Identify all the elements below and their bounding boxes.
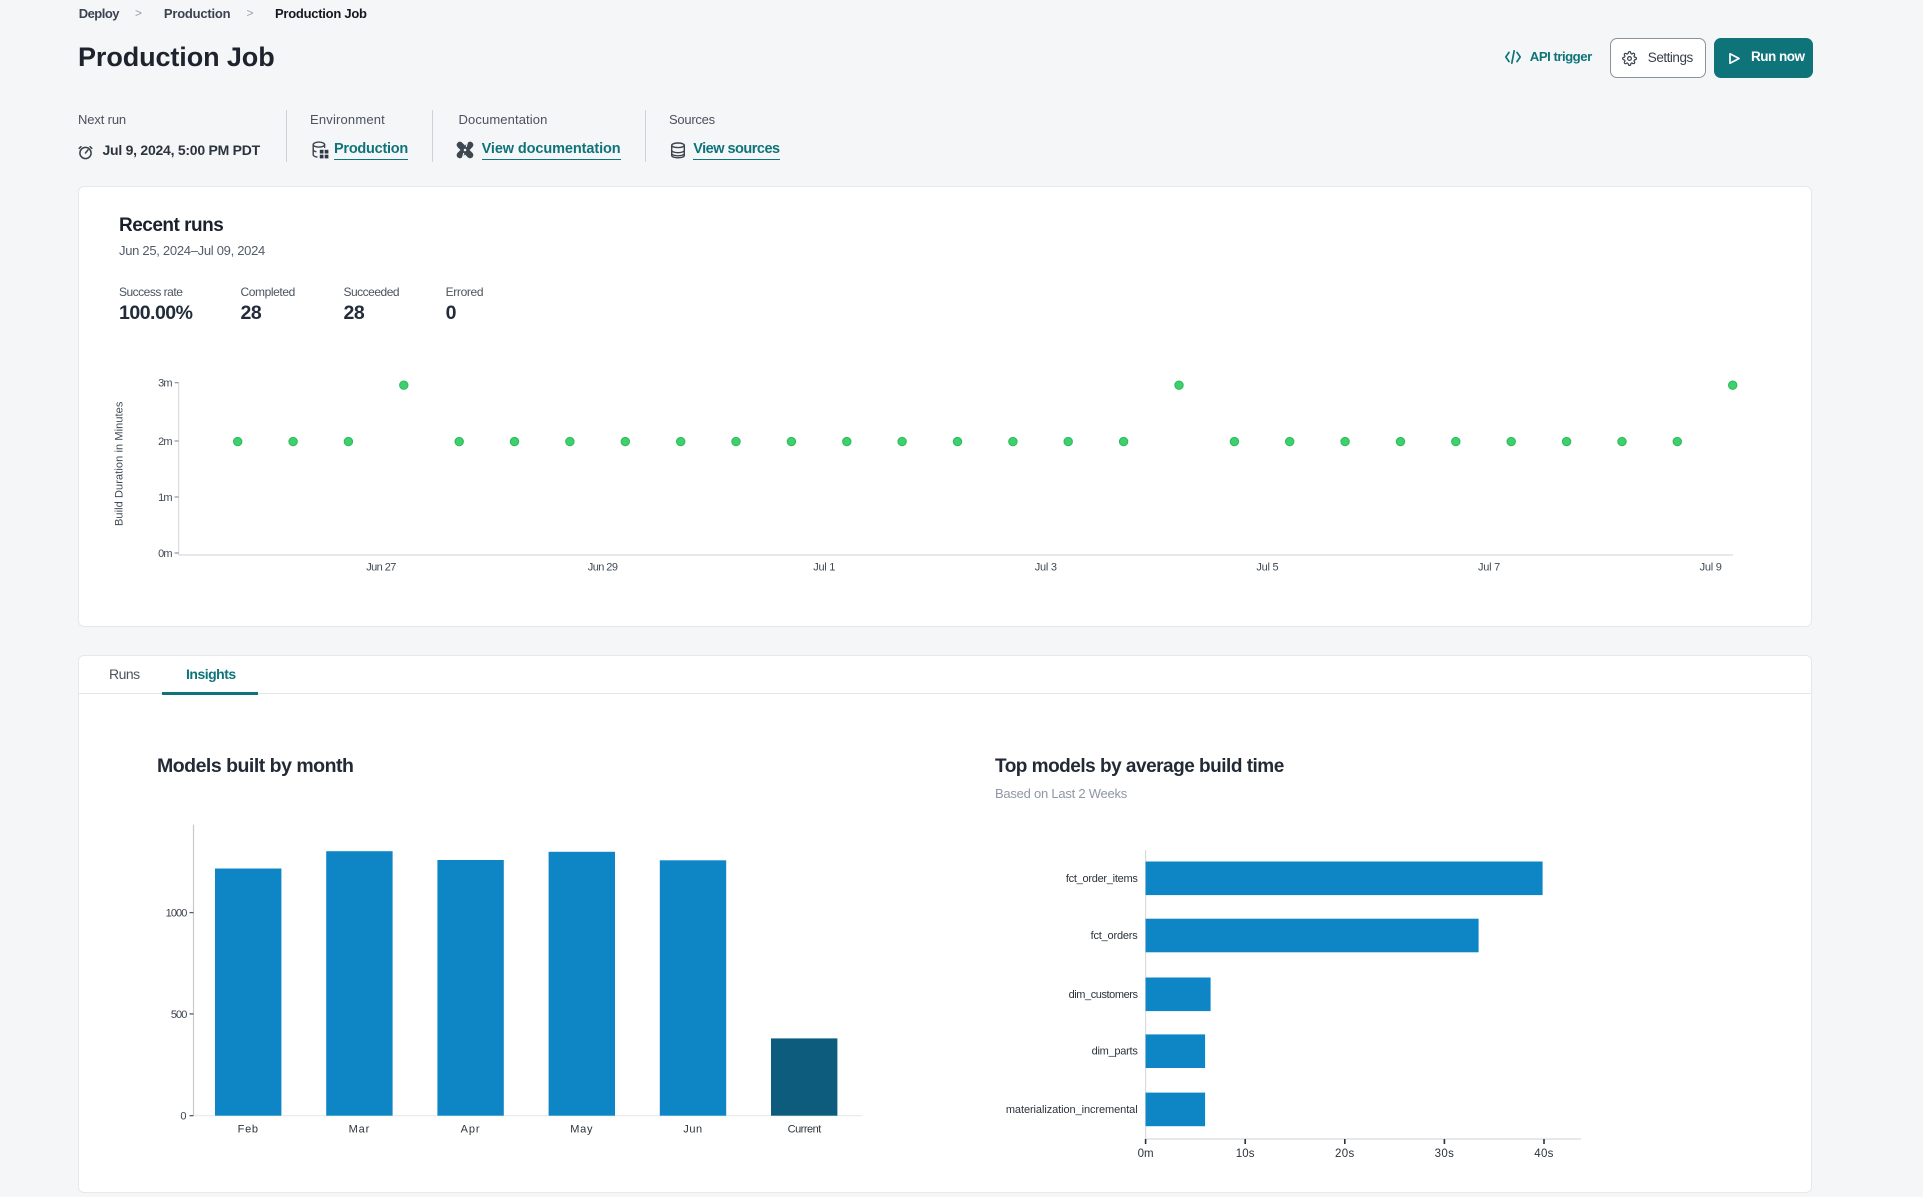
svg-text:Build Duration in Minutes: Build Duration in Minutes (113, 401, 125, 526)
svg-text:1m: 1m (158, 492, 172, 504)
svg-text:Jul 9: Jul 9 (1700, 561, 1722, 573)
svg-text:10s: 10s (1236, 1148, 1255, 1160)
svg-text:2m: 2m (158, 436, 172, 448)
svg-text:Apr: Apr (461, 1123, 481, 1135)
svg-text:Jun 29: Jun 29 (588, 561, 618, 573)
svg-text:Jul 7: Jul 7 (1478, 561, 1500, 573)
svg-text:Current: Current (788, 1123, 822, 1135)
svg-text:dim_customers: dim_customers (1069, 989, 1139, 1001)
svg-text:20s: 20s (1335, 1148, 1355, 1160)
svg-text:0: 0 (180, 1111, 186, 1123)
svg-text:0m: 0m (1138, 1148, 1154, 1160)
svg-text:fct_orders: fct_orders (1091, 930, 1139, 942)
svg-text:Jul 3: Jul 3 (1035, 561, 1057, 573)
svg-text:40s: 40s (1534, 1148, 1554, 1160)
svg-text:dim_parts: dim_parts (1092, 1046, 1139, 1058)
svg-text:May: May (570, 1123, 593, 1135)
svg-text:Jun: Jun (683, 1123, 703, 1135)
svg-text:1000: 1000 (166, 908, 188, 920)
svg-text:Mar: Mar (349, 1123, 371, 1135)
svg-text:materialization_incremental: materialization_incremental (1006, 1104, 1138, 1116)
svg-text:30s: 30s (1435, 1148, 1455, 1160)
svg-text:Jul 1: Jul 1 (813, 561, 835, 573)
svg-text:500: 500 (171, 1009, 187, 1021)
svg-text:Feb: Feb (238, 1123, 259, 1135)
svg-text:3m: 3m (158, 378, 172, 390)
svg-text:Jul 5: Jul 5 (1256, 561, 1278, 573)
svg-text:Jun 27: Jun 27 (366, 561, 396, 573)
svg-text:0m: 0m (158, 548, 172, 560)
svg-text:fct_order_items: fct_order_items (1066, 873, 1139, 885)
